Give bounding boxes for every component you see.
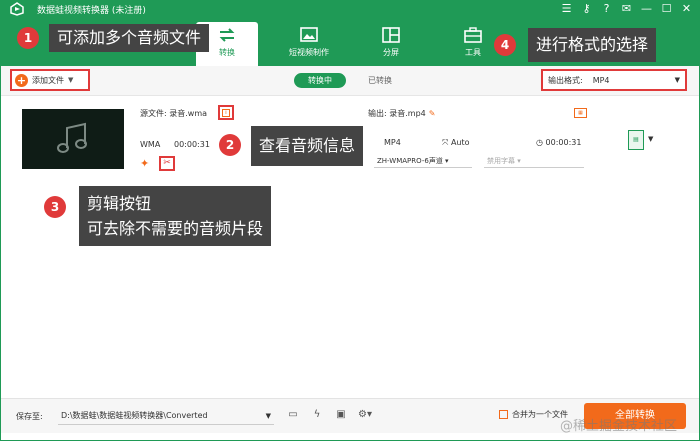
thumbnail[interactable]	[22, 109, 124, 169]
convert-icon	[219, 28, 235, 42]
edit-icon[interactable]: ✎	[429, 109, 436, 118]
watermark: @稀土掘金技术社区	[560, 419, 678, 434]
tab-converted[interactable]: 已转换	[360, 73, 400, 88]
menu-icon[interactable]: ☰	[559, 1, 574, 16]
subtitle-value: 禁用字幕	[487, 157, 515, 165]
tab-split-screen[interactable]: 分屏	[360, 22, 422, 66]
settings-icon[interactable]: ⚙▾	[357, 407, 373, 423]
maximize-icon[interactable]: ☐	[659, 1, 674, 16]
callout-2: 查看音频信息	[251, 126, 364, 166]
tab-short-video-label: 短视频制作	[289, 48, 329, 57]
callout-number-4: 4	[494, 34, 516, 56]
save-path-select[interactable]: D:\数据蛙\数据蛙视频转换器\Converted ▼	[58, 407, 274, 425]
scissors-icon: ✂	[163, 158, 171, 168]
minimize-icon[interactable]: —	[639, 1, 654, 16]
cut-button[interactable]: ✂	[159, 156, 175, 171]
enhance-icon[interactable]: ✦	[140, 157, 149, 170]
compress-icon[interactable]: ▦	[574, 108, 587, 118]
callout-3: 剪辑按钮 可去除不需要的音频片段	[79, 186, 272, 246]
checkbox-box[interactable]	[499, 410, 508, 419]
tab-converting[interactable]: 转换中	[294, 73, 346, 88]
window-controls: ☰ ⚷ ? ✉ — ☐ ✕	[559, 1, 694, 16]
callout-3-line-1: 剪辑按钮	[87, 194, 152, 213]
folder-icon[interactable]: ▭	[285, 407, 301, 423]
app-title: 数据蛙视频转换器 (未注册)	[37, 6, 146, 16]
output-format-value: MP4	[592, 75, 610, 85]
callout-4: 进行格式的选择	[528, 28, 657, 62]
app-logo-icon	[10, 2, 24, 16]
short-video-icon	[300, 27, 318, 42]
key-icon[interactable]: ⚷	[579, 1, 594, 16]
plus-icon: +	[15, 73, 28, 87]
resolution: ⤧ Auto	[442, 138, 470, 147]
output-duration: ◷ 00:00:31	[536, 138, 582, 147]
audio-track-value: ZH-WMAPRO-6声道	[377, 157, 443, 165]
bottom-tools: ▭ ϟ ▣ ⚙▾	[285, 407, 373, 423]
output-format: MP4	[384, 138, 401, 147]
source-duration: 00:00:31	[174, 140, 210, 149]
callout-1: 可添加多个音频文件	[49, 24, 210, 52]
chevron-down-icon: ▼	[265, 412, 271, 420]
add-file-label: 添加文件	[32, 75, 64, 85]
callout-number-2: 2	[219, 134, 241, 156]
callout-3-line-2: 可去除不需要的音频片段	[87, 219, 264, 238]
help-icon[interactable]: ?	[599, 1, 614, 16]
tab-short-video[interactable]: 短视频制作	[278, 22, 340, 66]
resolution-value: Auto	[450, 138, 470, 147]
save-to-label: 保存至:	[16, 412, 43, 421]
toolbox-icon	[464, 27, 482, 43]
media-info-button[interactable]: i	[218, 105, 234, 120]
close-icon[interactable]: ✕	[679, 1, 694, 16]
tab-split-screen-label: 分屏	[383, 48, 399, 57]
merge-checkbox[interactable]: 合并为一个文件	[499, 409, 568, 420]
callout-number-1: 1	[17, 27, 39, 49]
callout-number-3: 3	[44, 196, 66, 218]
gpu-accel-icon[interactable]: ▣	[333, 407, 349, 423]
source-codec: WMA	[140, 140, 161, 149]
hardware-accel-off-icon[interactable]: ϟ	[309, 407, 325, 423]
split-screen-icon	[382, 27, 400, 43]
output-format-select[interactable]: 输出格式: MP4 ▼	[541, 69, 687, 91]
info-icon: i	[222, 108, 230, 117]
subtitle-select[interactable]: 禁用字幕 ▾	[484, 154, 584, 168]
source-file-name: 源文件: 录音.wma	[140, 109, 208, 118]
output-format-label: 输出格式:	[548, 75, 583, 85]
output-duration-value: 00:00:31	[545, 138, 582, 147]
chevron-down-icon[interactable]: ▼	[68, 76, 73, 84]
chevron-down-icon[interactable]: ▼	[648, 135, 653, 143]
add-file-button[interactable]: + 添加文件 ▼	[10, 69, 90, 91]
feedback-icon[interactable]: ✉	[619, 1, 634, 16]
output-file-name: 输出: 录音.mp4 ✎	[368, 108, 435, 119]
music-note-icon	[57, 122, 87, 153]
output-file-label: 输出: 录音.mp4	[368, 109, 426, 118]
save-path-value: D:\数据蛙\数据蛙视频转换器\Converted	[61, 411, 208, 420]
chevron-down-icon: ▼	[674, 76, 680, 84]
audio-track-select[interactable]: ZH-WMAPRO-6声道 ▾	[374, 154, 472, 168]
format-file-icon[interactable]: ▤	[628, 130, 644, 150]
toolbar: + 添加文件 ▼ 转换中 已转换 输出格式: MP4 ▼	[0, 66, 700, 96]
